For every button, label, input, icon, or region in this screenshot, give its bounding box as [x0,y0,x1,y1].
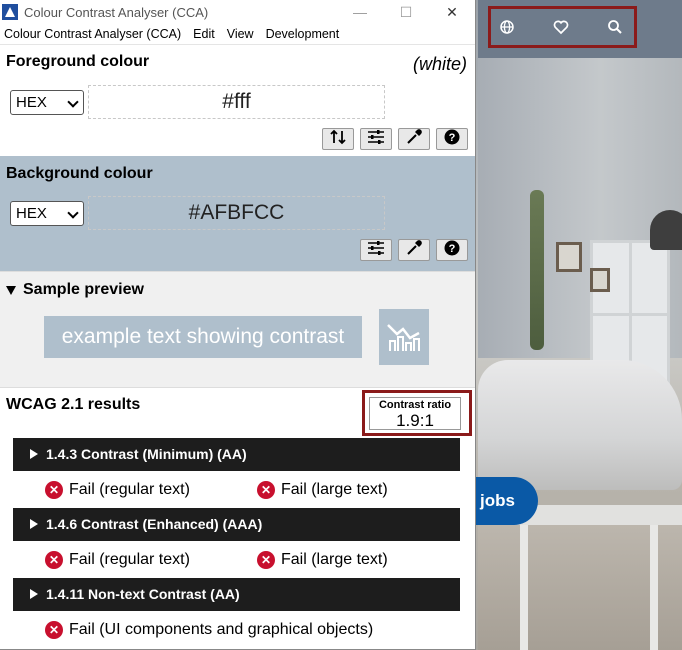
eyedropper-icon [405,128,423,150]
contrast-ratio-box: Contrast ratio 1.9:1 [369,397,461,430]
background-eyedropper-button[interactable] [398,239,430,261]
foreground-eyedropper-button[interactable] [398,128,430,150]
criterion-1-4-11[interactable]: 1.4.11 Non-text Contrast (AA) [13,578,460,611]
criterion-1-4-3[interactable]: 1.4.3 Contrast (Minimum) (AA) [13,438,460,471]
contrast-ratio-label: Contrast ratio [378,399,452,411]
fail-text: Fail (regular text) [69,551,190,568]
sample-preview-title[interactable]: Sample preview [23,281,144,299]
foreground-title: Foreground colour [6,53,150,70]
result-fail-large: ✕ Fail (large text) [257,551,388,569]
hero-plant [530,190,544,350]
fail-icon: ✕ [257,551,275,569]
foreground-format-value: HEX [16,94,47,111]
background-colour-input[interactable]: #AFBFCC [88,196,385,230]
fail-icon: ✕ [45,551,63,569]
svg-text:?: ? [449,243,456,255]
swap-icon [329,129,347,150]
window-title: Colour Contrast Analyser (CCA) [24,4,209,20]
heart-icon[interactable] [553,19,569,35]
foreground-colour-input[interactable]: #fff [88,85,385,119]
foreground-help-button[interactable]: ? [436,128,468,150]
globe-icon[interactable] [499,19,515,35]
fail-text: Fail (regular text) [69,481,190,498]
hero-sofa [478,360,682,490]
menu-edit[interactable]: Edit [193,27,215,41]
swap-colours-button[interactable] [322,128,354,150]
result-fail-regular: ✕ Fail (regular text) [45,551,190,569]
background-help-button[interactable]: ? [436,239,468,261]
collapse-triangle-icon[interactable] [6,286,16,295]
fail-text: Fail (large text) [281,551,388,568]
hero-frame-small [590,268,610,292]
menu-app[interactable]: Colour Contrast Analyser (CCA) [4,27,181,41]
result-fail-regular: ✕ Fail (regular text) [45,481,190,499]
results-title: WCAG 2.1 results [6,396,141,413]
hero-lamp [650,210,682,250]
cca-window: Colour Contrast Analyser (CCA) — ☐ ✕ Col… [0,0,476,650]
fail-icon: ✕ [45,621,63,639]
minimize-button[interactable]: — [337,4,383,20]
criterion-1-4-6[interactable]: 1.4.6 Contrast (Enhanced) (AAA) [13,508,460,541]
sliders-icon [367,129,385,150]
background-format-value: HEX [16,205,47,222]
preview-chart-icon [379,309,429,365]
foreground-format-select[interactable]: HEX [10,90,84,115]
help-icon: ? [443,240,461,261]
close-button[interactable]: ✕ [429,4,475,21]
table-leg [650,525,658,650]
background-title: Background colour [6,165,153,182]
foreground-section: Foreground colour (white) HEX #fff ? [0,44,475,156]
menu-bar: Colour Contrast Analyser (CCA) Edit View… [0,24,475,44]
title-bar: Colour Contrast Analyser (CCA) — ☐ ✕ [0,0,475,24]
background-section: Background colour HEX #AFBFCC ? [0,156,475,271]
eyedropper-icon [405,239,423,261]
fail-text: Fail (UI components and graphical object… [69,621,374,638]
header-icon-group [488,6,637,48]
result-fail-ui-components: ✕ Fail (UI components and graphical objec… [45,621,373,639]
fail-icon: ✕ [257,481,275,499]
foreground-colour-name: (white) [412,54,467,74]
svg-text:?: ? [449,132,456,144]
foreground-sliders-button[interactable] [360,128,392,150]
menu-development[interactable]: Development [266,27,340,41]
sliders-icon [367,240,385,261]
background-format-select[interactable]: HEX [10,201,84,226]
search-icon[interactable] [607,19,623,35]
table-leg [520,525,528,650]
help-icon: ? [443,129,461,150]
maximize-button[interactable]: ☐ [383,4,429,21]
contrast-ratio-value: 1.9:1 [396,411,434,430]
hero-frame [556,242,582,272]
menu-view[interactable]: View [227,27,254,41]
app-logo-icon [2,4,18,20]
result-fail-large: ✕ Fail (large text) [257,481,388,499]
preview-text: example text showing contrast [44,316,362,358]
fail-text: Fail (large text) [281,481,388,498]
background-sliders-button[interactable] [360,239,392,261]
fail-icon: ✕ [45,481,63,499]
contrast-ratio-highlight: Contrast ratio 1.9:1 [362,390,472,436]
